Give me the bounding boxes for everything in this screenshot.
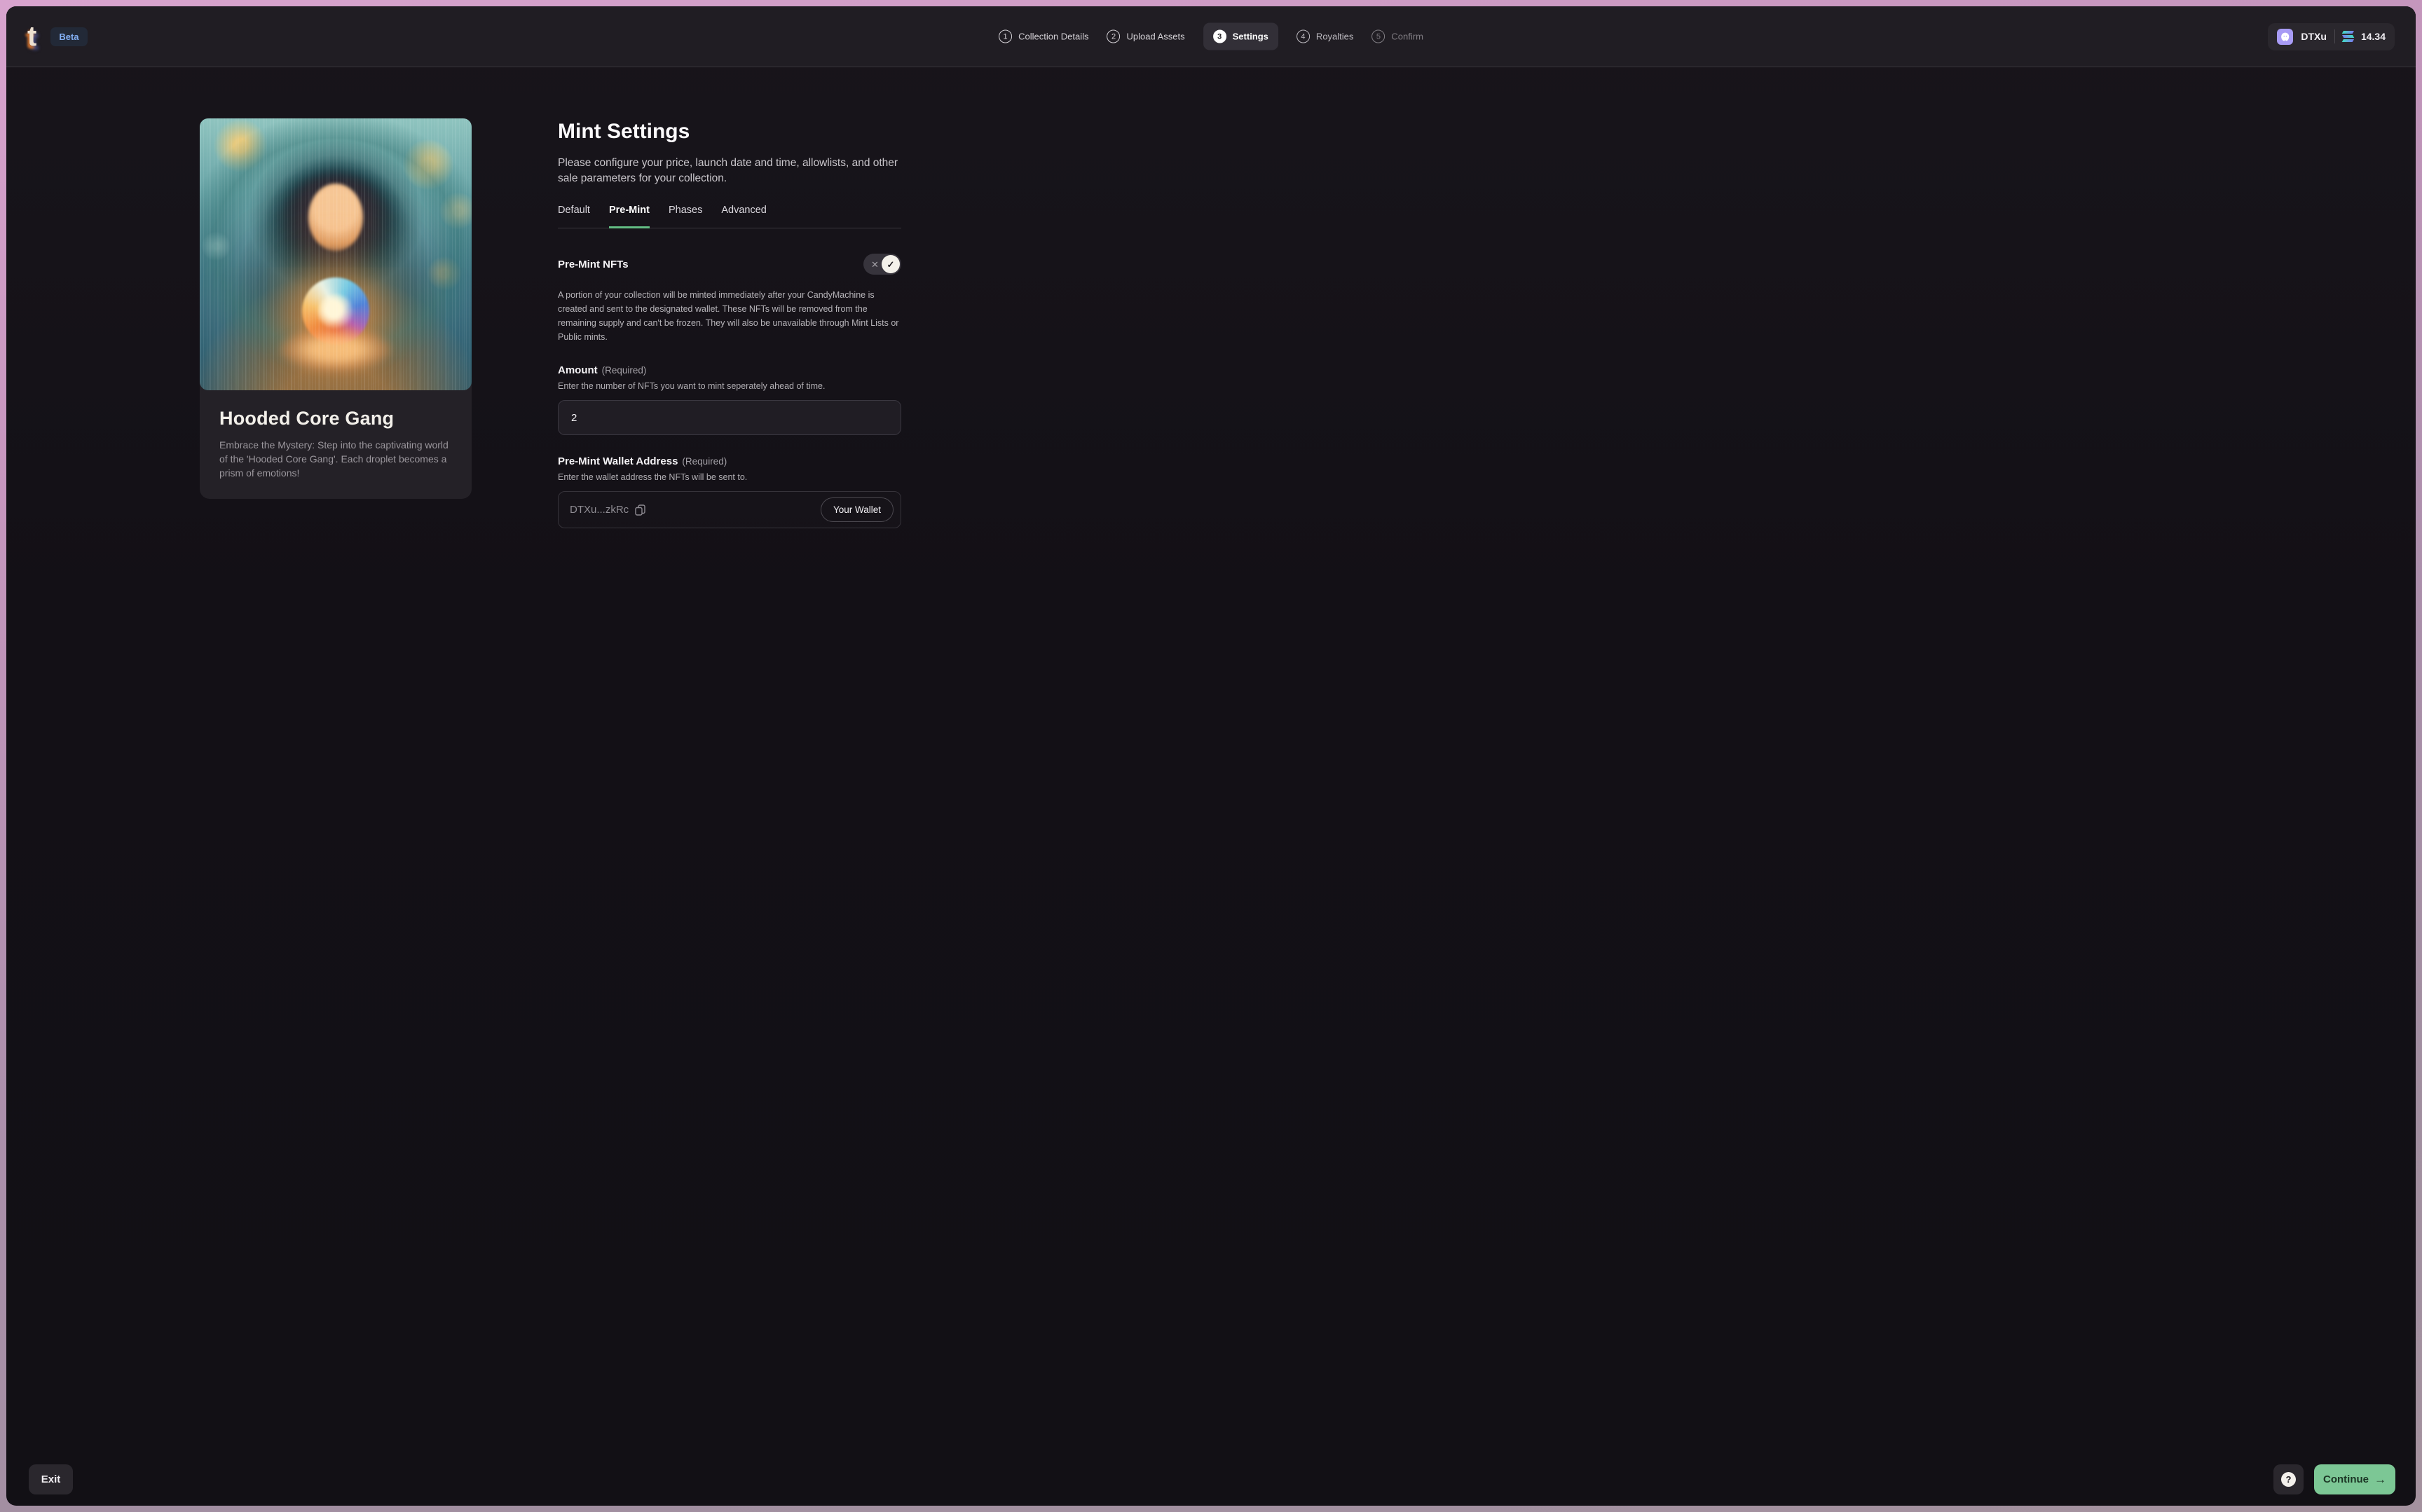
- wallet-address-value: DTXu...zkRc: [570, 504, 645, 516]
- collection-artwork-image: [200, 118, 472, 390]
- question-mark-icon: ?: [2281, 1472, 2296, 1487]
- step-number-badge: 4: [1296, 29, 1310, 43]
- step-royalties[interactable]: 4 Royalties: [1296, 29, 1354, 43]
- step-settings[interactable]: 3 Settings: [1203, 22, 1278, 50]
- your-wallet-button[interactable]: Your Wallet: [820, 497, 894, 522]
- wallet-pill[interactable]: DTXu 14.34: [2268, 22, 2395, 50]
- page-subtitle: Please configure your price, launch date…: [558, 157, 898, 184]
- step-label: Royalties: [1315, 31, 1354, 42]
- settings-tabs: Default Pre-Mint Phases Advanced: [558, 205, 901, 228]
- app-logo-icon: t: [27, 21, 37, 52]
- step-navigation: 1 Collection Details 2 Upload Assets 3 S…: [999, 22, 1423, 50]
- mint-settings-panel: Mint Settings Please configure your pric…: [558, 120, 901, 528]
- solana-icon: [2341, 31, 2354, 42]
- main-content: Hooded Core Gang Embrace the Mystery: St…: [6, 67, 2416, 1506]
- app-window: t Beta 1 Collection Details 2 Upload Ass…: [6, 6, 2416, 1506]
- step-label: Settings: [1232, 31, 1268, 42]
- collection-title: Hooded Core Gang: [219, 408, 395, 429]
- premint-description: A portion of your collection will be min…: [558, 290, 899, 342]
- premint-toggle-row: Pre-Mint NFTs ✕ ✓: [558, 254, 901, 275]
- premint-toggle[interactable]: ✕ ✓: [863, 254, 901, 275]
- exit-button[interactable]: Exit: [29, 1464, 73, 1494]
- amount-input[interactable]: [558, 400, 901, 435]
- step-confirm[interactable]: 5 Confirm: [1371, 29, 1423, 43]
- toggle-off-x-icon: ✕: [871, 259, 879, 270]
- tab-advanced[interactable]: Advanced: [721, 205, 767, 228]
- step-number-badge: 1: [999, 29, 1013, 43]
- collection-description: Embrace the Mystery: Step into the capti…: [219, 439, 449, 479]
- divider: [2334, 29, 2335, 43]
- step-label: Upload Assets: [1126, 31, 1185, 42]
- top-bar: t Beta 1 Collection Details 2 Upload Ass…: [6, 6, 2416, 67]
- step-label: Confirm: [1391, 31, 1423, 42]
- premint-wallet-address-label: Pre-Mint Wallet Address (Required): [558, 455, 727, 467]
- required-hint: (Required): [682, 456, 727, 467]
- toggle-on-check-icon: ✓: [882, 255, 900, 273]
- copy-icon[interactable]: [635, 504, 645, 516]
- amount-label: Amount (Required): [558, 364, 647, 376]
- continue-button[interactable]: Continue →: [2314, 1464, 2395, 1494]
- help-button[interactable]: ?: [2273, 1464, 2304, 1494]
- step-number-badge: 5: [1371, 29, 1386, 43]
- page-title: Mint Settings: [558, 120, 690, 143]
- collection-preview-card: Hooded Core Gang Embrace the Mystery: St…: [200, 118, 472, 499]
- beta-badge: Beta: [50, 27, 88, 46]
- phantom-wallet-icon: [2277, 28, 2294, 45]
- tab-phases[interactable]: Phases: [669, 205, 702, 228]
- step-number-badge: 2: [1107, 29, 1121, 43]
- wallet-address-help-text: Enter the wallet address the NFTs will b…: [558, 472, 748, 482]
- step-collection-details[interactable]: 1 Collection Details: [999, 29, 1089, 43]
- step-number-badge: 3: [1212, 29, 1226, 43]
- wallet-address-field: DTXu...zkRc Your Wallet: [558, 491, 901, 528]
- step-label: Collection Details: [1018, 31, 1089, 42]
- arrow-right-icon: →: [2374, 1472, 2386, 1486]
- wallet-balance: 14.34: [2360, 31, 2386, 42]
- tab-pre-mint[interactable]: Pre-Mint: [608, 205, 650, 228]
- required-hint: (Required): [601, 365, 647, 376]
- tab-default[interactable]: Default: [558, 205, 590, 228]
- premint-nfts-label: Pre-Mint NFTs: [558, 258, 629, 270]
- amount-help-text: Enter the number of NFTs you want to min…: [558, 381, 826, 391]
- wallet-name: DTXu: [2301, 31, 2327, 42]
- step-upload-assets[interactable]: 2 Upload Assets: [1107, 29, 1185, 43]
- window-frame: t Beta 1 Collection Details 2 Upload Ass…: [0, 0, 2422, 1512]
